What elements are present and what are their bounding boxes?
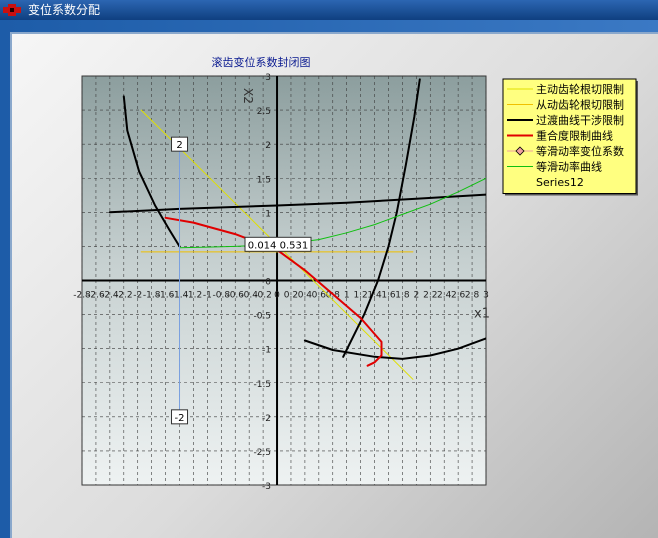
x-axis-label: x1 — [474, 307, 490, 322]
x-tick-label: 0.6 — [312, 291, 327, 301]
x-tick-label: 1 — [344, 291, 350, 301]
legend-label: 从动齿轮根切限制 — [536, 98, 624, 112]
y-tick-label: 3 — [265, 73, 271, 83]
y-tick-label: -2 — [262, 414, 271, 424]
x-tick-label: 0.2 — [284, 291, 298, 301]
x-tick-label: 0 — [274, 291, 280, 301]
y-tick-label: 2 — [265, 141, 271, 151]
x-tick-label: -1.2 — [185, 291, 203, 301]
x-tick-label: 1.2 — [353, 291, 367, 301]
y-tick-label: -2.5 — [253, 448, 271, 458]
y-tick-label: -3 — [262, 482, 271, 492]
x-tick-label: -2.2 — [115, 291, 133, 301]
x-tick-label: 1.8 — [395, 291, 410, 301]
legend-label: 等滑动率变位系数 — [536, 144, 624, 158]
y-tick-label: -1.5 — [253, 380, 271, 390]
x-tick-label: -1 — [203, 291, 212, 301]
chart-svg: 滚齿变位系数封闭图 -2.8-2.6-2.4-2.2 -2 -1.8-1.6-1.4… — [73, 55, 638, 492]
y-tick-label: -0.5 — [253, 312, 271, 322]
cursor-bottom-label: -2 — [175, 413, 185, 424]
y-tick-label: 2.5 — [257, 107, 271, 117]
annotation-label: 0.014 0.531 — [248, 240, 308, 251]
x-tick-label: 2 — [413, 291, 419, 301]
x-tick-label: 1.6 — [381, 291, 396, 301]
y-tick-label: 0 — [265, 278, 271, 288]
x-tick-label: 2.6 — [451, 291, 466, 301]
x-tick-label: 2.2 — [423, 291, 437, 301]
legend: 主动齿轮根切限制从动齿轮根切限制过渡曲线干涉限制重合度限制曲线等滑动率变位系数等… — [502, 78, 638, 196]
y-tick-label: -1 — [262, 346, 271, 356]
x-tick-label: 2.4 — [437, 291, 452, 301]
chart-title: 滚齿变位系数封闭图 — [212, 55, 311, 69]
legend-label: 重合度限制曲线 — [536, 129, 613, 143]
x-tick-label: -0.2 — [254, 291, 272, 301]
x-tick-label: -2 — [133, 291, 142, 301]
legend-label: Series12 — [536, 176, 584, 189]
y-axis-label: X2 — [241, 88, 255, 104]
y-tick-label: 1 — [265, 209, 271, 219]
legend-label: 主动齿轮根切限制 — [536, 82, 624, 96]
legend-label: 过渡曲线干涉限制 — [536, 113, 624, 127]
x-tick-label: 3 — [483, 291, 489, 301]
x-tick-label: 0.4 — [298, 291, 313, 301]
legend-label: 等滑动率曲线 — [536, 160, 602, 174]
y-tick-label: 1.5 — [257, 175, 271, 185]
x-tick-label: 2.8 — [465, 291, 480, 301]
cursor-top-label: 2 — [176, 140, 182, 151]
